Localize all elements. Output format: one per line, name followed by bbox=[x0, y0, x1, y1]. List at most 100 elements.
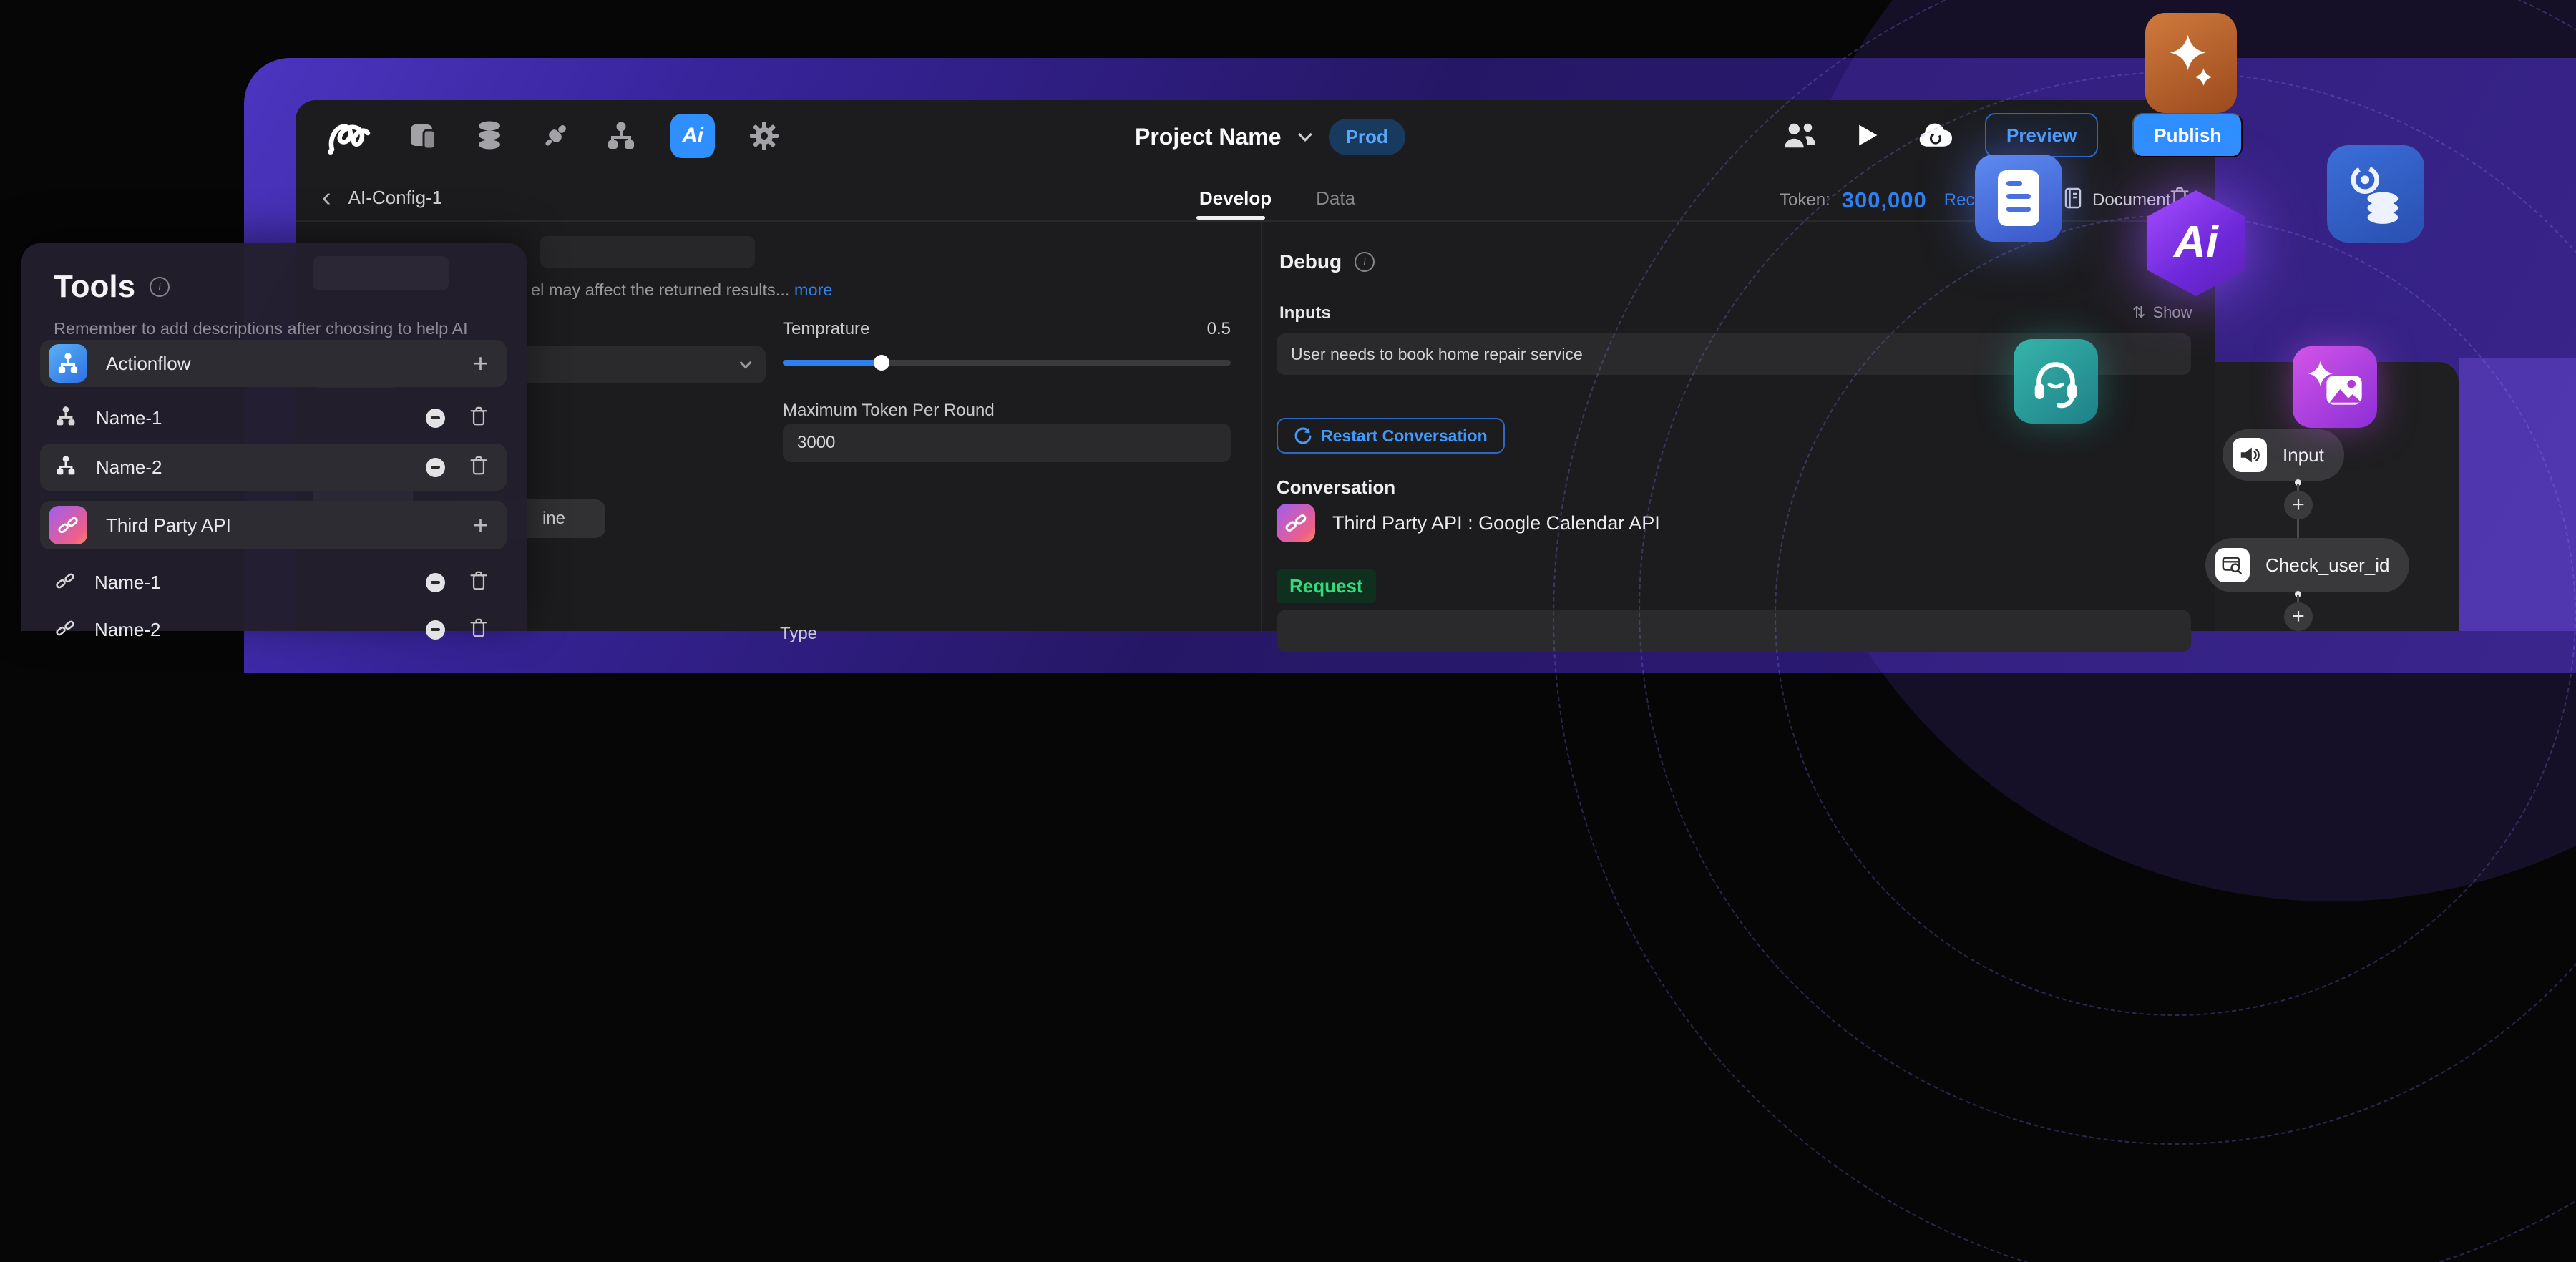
actionflow-small-icon bbox=[54, 405, 77, 431]
floating-sparkle-icon bbox=[2145, 13, 2237, 113]
conversation-tool-call: Third Party API : Google Calendar API bbox=[1277, 504, 1660, 542]
conversation-label: Conversation bbox=[1277, 476, 1395, 499]
speaker-icon bbox=[2233, 438, 2267, 472]
skeleton-block bbox=[540, 236, 755, 268]
third-party-api-icon bbox=[1277, 504, 1315, 542]
run-play-icon[interactable] bbox=[1850, 119, 1883, 152]
show-label[interactable]: Show bbox=[2152, 303, 2192, 322]
document-sheet bbox=[1998, 170, 2039, 226]
tools-header: Tools i bbox=[54, 269, 170, 305]
ai-logo-hexagon: Ai bbox=[2147, 190, 2245, 296]
flow-node-input[interactable]: Input bbox=[2223, 429, 2344, 481]
restart-conversation-button[interactable]: Restart Conversation bbox=[1277, 418, 1505, 454]
node-label: Input bbox=[2283, 444, 2324, 466]
tools-category-actionflow[interactable]: Actionflow + bbox=[40, 340, 507, 387]
request-payload-box bbox=[1277, 610, 2191, 652]
project-switcher[interactable]: Project Name Prod bbox=[1135, 114, 1405, 159]
row-actions bbox=[426, 617, 488, 642]
project-name[interactable]: Project Name bbox=[1135, 124, 1282, 150]
tools-entry-row[interactable]: Name-1 bbox=[40, 562, 507, 602]
tools-entry-row[interactable]: Name-1 bbox=[40, 398, 507, 438]
add-node-button[interactable]: + bbox=[2284, 602, 2313, 631]
add-tool-button[interactable]: + bbox=[473, 348, 488, 378]
max-token-label: Maximum Token Per Round bbox=[783, 401, 995, 421]
tools-item-label: Name-1 bbox=[94, 572, 407, 594]
row-actions bbox=[426, 406, 488, 431]
description-text: el may affect the returned results... bbox=[531, 280, 789, 299]
info-icon[interactable]: i bbox=[150, 277, 170, 297]
actionflow-icon bbox=[49, 344, 87, 383]
add-tool-button[interactable]: + bbox=[473, 510, 488, 540]
database-icon[interactable] bbox=[473, 119, 506, 152]
inputs-label: Inputs bbox=[1279, 303, 1331, 323]
breadcrumb[interactable]: ‹ AI-Config-1 bbox=[322, 185, 442, 210]
tab-develop[interactable]: Develop bbox=[1199, 187, 1272, 210]
tools-item-label: Name-2 bbox=[96, 456, 407, 479]
floating-ai-image-icon bbox=[2293, 346, 2377, 428]
connector-line bbox=[2297, 519, 2299, 538]
tools-item-label: Name-1 bbox=[96, 407, 407, 429]
tools-category-third-party-api[interactable]: Third Party API + bbox=[40, 501, 507, 549]
collaborators-icon[interactable] bbox=[1783, 119, 1816, 152]
cloud-sync-icon[interactable] bbox=[1918, 119, 1951, 152]
tools-entry-row[interactable]: Name-2 bbox=[40, 610, 507, 650]
api-plug-icon[interactable] bbox=[539, 119, 572, 152]
flow-node-check-user-id[interactable]: Check_user_id bbox=[2205, 538, 2409, 592]
preview-button[interactable]: Preview bbox=[1985, 113, 2098, 157]
description-chat-icon[interactable] bbox=[426, 409, 445, 428]
connector-line bbox=[2297, 595, 2299, 602]
tool-call-label: Third Party API : Google Calendar API bbox=[1332, 512, 1660, 534]
info-icon[interactable]: i bbox=[1355, 252, 1375, 272]
trash-icon[interactable] bbox=[469, 406, 488, 431]
trash-icon[interactable] bbox=[469, 455, 488, 480]
row-actions bbox=[426, 455, 488, 480]
publish-button[interactable]: Publish bbox=[2132, 113, 2243, 157]
show-toggle[interactable]: ⇅ Show bbox=[2132, 303, 2192, 322]
actionflow-small-icon bbox=[54, 454, 77, 481]
temperature-slider[interactable] bbox=[783, 360, 1231, 366]
tab-data[interactable]: Data bbox=[1316, 187, 1355, 210]
token-label: Token: bbox=[1780, 190, 1830, 210]
settings-gear-icon[interactable] bbox=[748, 119, 781, 152]
browser-search-icon bbox=[2215, 548, 2250, 582]
debug-header: Debug i bbox=[1279, 250, 1375, 273]
book-icon bbox=[2064, 187, 2082, 212]
chevron-down-icon bbox=[740, 357, 752, 369]
tools-item-label: Actionflow bbox=[106, 353, 454, 375]
trash-icon[interactable] bbox=[469, 617, 488, 642]
add-node-button[interactable]: + bbox=[2284, 491, 2313, 519]
tools-panel: Tools i Remember to add descriptions aft… bbox=[21, 243, 527, 631]
trash-icon[interactable] bbox=[469, 570, 488, 595]
floating-dataset-icon bbox=[2327, 145, 2424, 243]
token-value: 300,000 bbox=[1842, 187, 1927, 213]
chevron-down-icon bbox=[1298, 127, 1312, 142]
link-small-icon bbox=[54, 617, 76, 642]
description-chat-icon[interactable] bbox=[426, 620, 445, 640]
active-tab-underline bbox=[1196, 216, 1265, 220]
tools-entry-row-selected[interactable]: Name-2 bbox=[40, 444, 507, 491]
back-chevron-icon[interactable]: ‹ bbox=[322, 185, 331, 210]
temperature-slider-thumb[interactable] bbox=[874, 355, 889, 371]
next-field-label-clipped: Type bbox=[780, 624, 817, 644]
header-divider bbox=[296, 220, 2215, 222]
floating-document-icon bbox=[1975, 155, 2062, 242]
tools-title: Tools bbox=[54, 269, 135, 305]
debug-title: Debug bbox=[1279, 250, 1342, 273]
skeleton-block bbox=[313, 256, 449, 290]
restart-label: Restart Conversation bbox=[1321, 426, 1488, 446]
pages-icon[interactable] bbox=[407, 119, 440, 152]
more-link[interactable]: more bbox=[794, 280, 833, 299]
max-token-input[interactable] bbox=[783, 424, 1231, 462]
environment-badge[interactable]: Prod bbox=[1329, 119, 1405, 155]
actionflow-nav-icon[interactable] bbox=[605, 119, 638, 152]
tools-item-label: Name-2 bbox=[94, 619, 407, 641]
ai-nav-icon-active[interactable]: Ai bbox=[670, 114, 715, 158]
connector-line bbox=[2297, 484, 2299, 491]
description-chat-icon[interactable] bbox=[426, 458, 445, 477]
panel-divider bbox=[1261, 222, 1262, 631]
breadcrumb-label[interactable]: AI-Config-1 bbox=[348, 187, 443, 209]
description-chat-icon[interactable] bbox=[426, 573, 445, 592]
model-description: el may affect the returned results... mo… bbox=[531, 280, 832, 300]
config-tabs: Develop Data bbox=[1199, 187, 1355, 210]
momen-logo-icon[interactable] bbox=[326, 119, 374, 152]
